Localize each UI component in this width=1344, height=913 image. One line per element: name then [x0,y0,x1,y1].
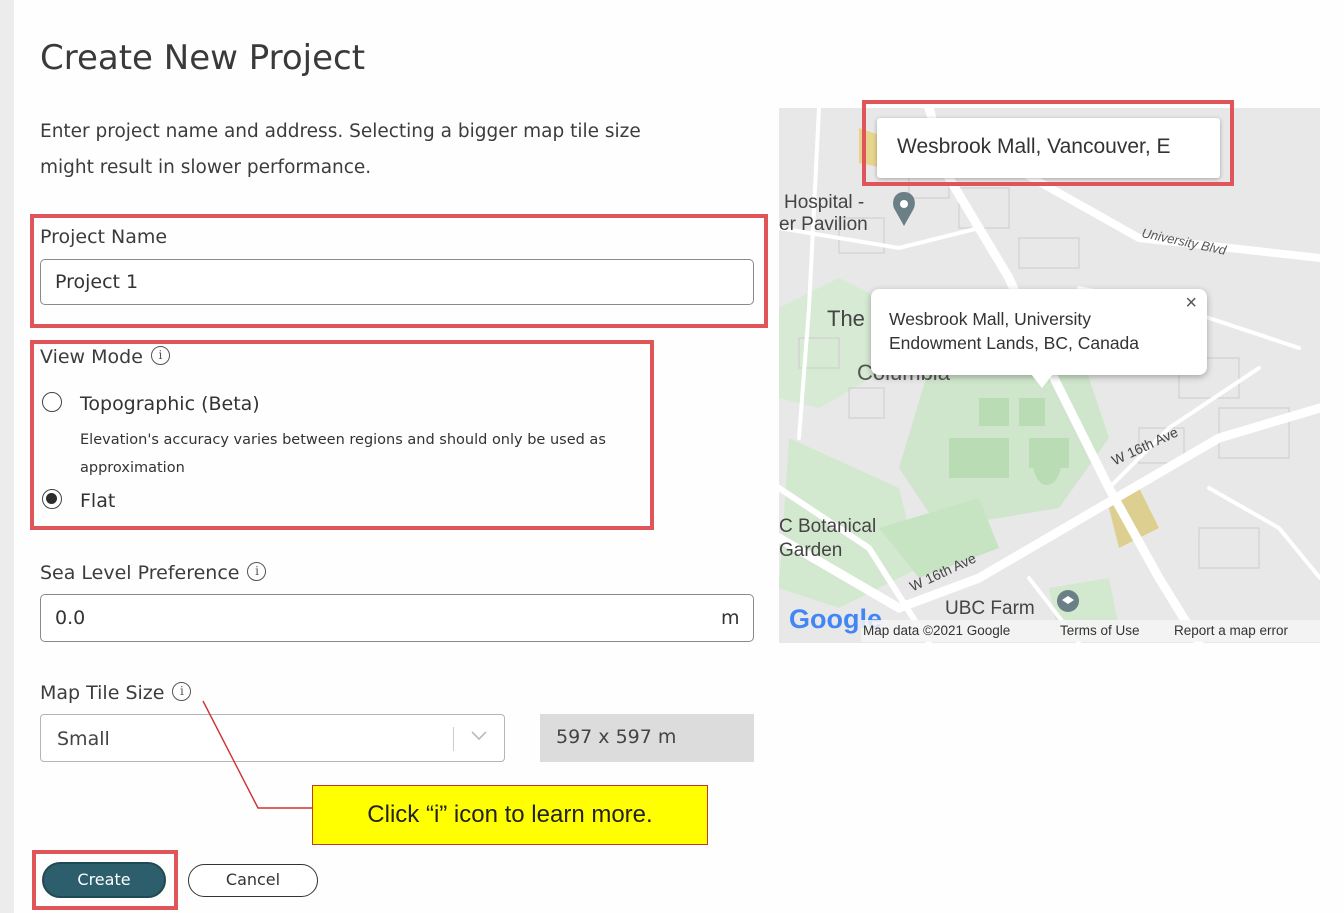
address-search-input[interactable]: Wesbrook Mall, Vancouver, E [877,118,1220,178]
map-tile-size-label-text: Map Tile Size [40,682,165,704]
view-mode-label-text: View Mode [40,346,143,368]
project-name-input[interactable] [40,259,754,305]
flat-label[interactable]: Flat [80,490,115,512]
project-name-label: Project Name [40,226,168,248]
map-tile-size-select[interactable]: Small [40,714,505,762]
map-tile-size-value: Small [57,728,110,750]
topographic-radio[interactable] [42,392,62,412]
map-info-popup: Wesbrook Mall, University Endowment Land… [871,289,1207,375]
popup-address: Wesbrook Mall, University Endowment Land… [889,309,1140,353]
info-icon[interactable]: i [247,562,267,581]
report-map-error-link[interactable]: Report a map error [1174,623,1288,638]
dialog-description: Enter project name and address. Selectin… [40,121,641,178]
map-label-pavilion: er Pavilion [779,214,868,235]
map-label-ubc-farm: UBC Farm [945,598,1035,619]
close-icon[interactable]: × [1185,291,1197,315]
map-data-attribution: Map data ©2021 Google [863,623,1011,638]
sea-level-label: Sea Level Preference i [40,562,267,584]
map-label-hospital: Hospital - [784,192,865,213]
flat-radio[interactable] [42,489,62,509]
sea-level-input[interactable] [40,594,754,642]
map-label-botanical: C Botanical [779,516,877,537]
info-icon[interactable]: i [150,346,170,365]
topographic-label[interactable]: Topographic (Beta) [80,393,260,415]
farm-pin-icon [1057,590,1079,612]
instruction-callout: Click “i” icon to learn more. [312,785,708,845]
dialog-title: Create New Project [40,38,366,78]
cancel-button[interactable]: Cancel [188,864,318,897]
terms-of-use-link[interactable]: Terms of Use [1060,623,1140,638]
map-tile-size-label: Map Tile Size i [40,682,192,704]
map-label-the: The [827,306,865,331]
topographic-help-text: Elevation's accuracy varies between regi… [80,432,606,476]
map-label-garden: Garden [779,540,843,561]
view-mode-label: View Mode i [40,346,170,368]
create-button[interactable]: Create [42,862,166,898]
sea-level-unit: m [721,607,740,629]
popup-pointer [1031,374,1053,388]
map-tile-dimensions: 597 x 597 m [540,714,754,762]
info-icon[interactable]: i [172,682,192,701]
sea-level-label-text: Sea Level Preference [40,562,240,584]
chevron-down-icon[interactable] [471,731,487,741]
select-separator [453,727,454,751]
